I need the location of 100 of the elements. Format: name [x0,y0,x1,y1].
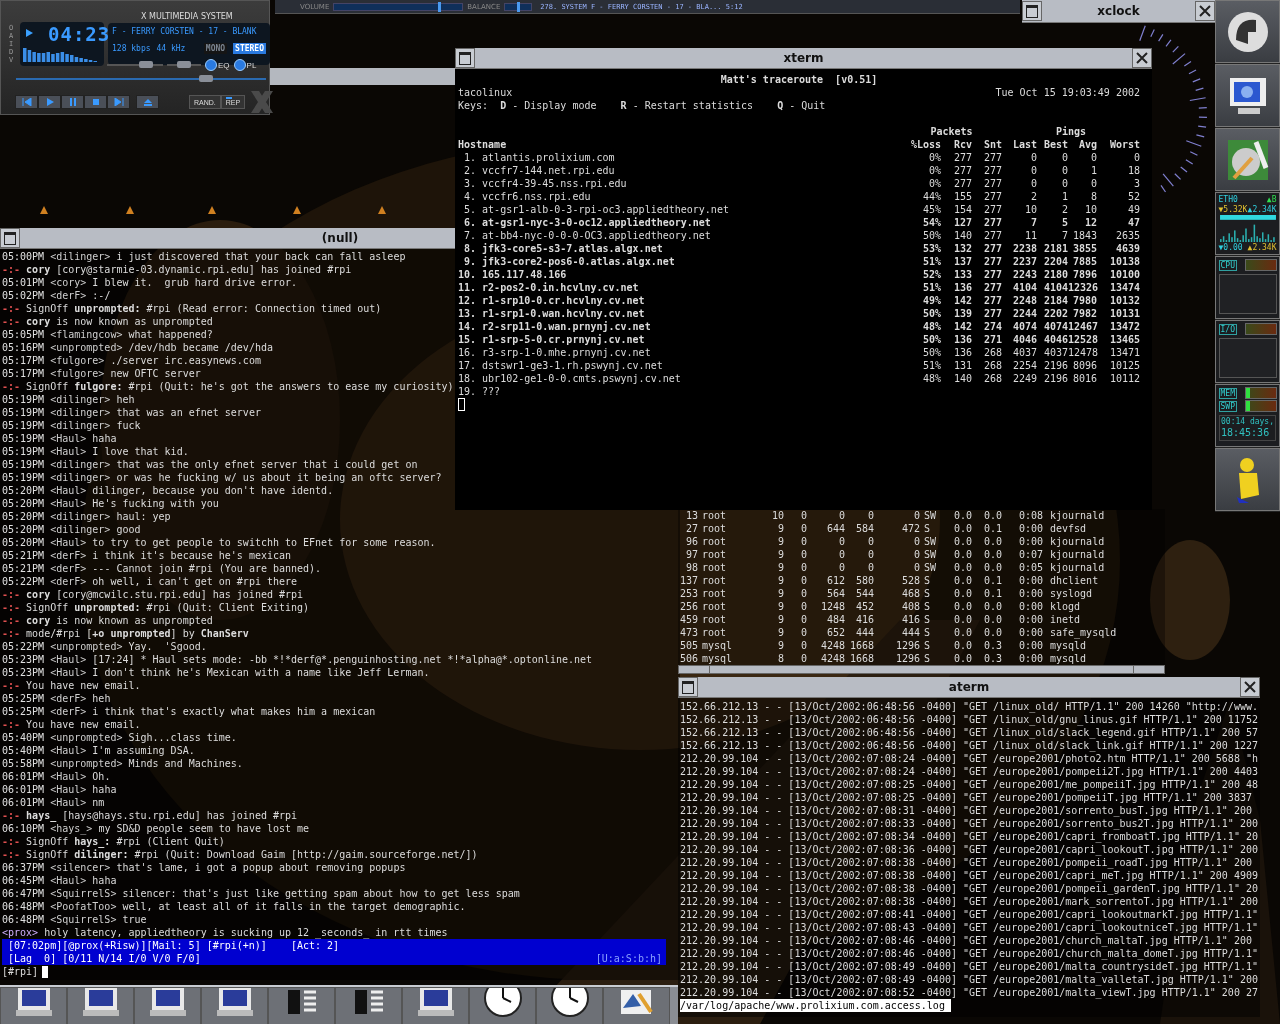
monitor-icon[interactable] [67,987,134,1024]
table-cell-text: 13474 [1108,281,1140,294]
bars-icon[interactable] [268,987,335,1024]
previous-button[interactable] [15,95,38,109]
app-launcher[interactable] [1215,128,1280,191]
play-icon [24,28,34,38]
log-line: 212.20.99.104 - - [13/Oct/2002:07:08:38 -0400] "GET /europe2001/capri_meT.jpg HTTP/1.1" 200 4909 [680,869,1258,882]
close-button[interactable] [1132,48,1152,68]
chat-line: 06:48PM <PoofatToo> well, at least all of it falls in the target demographic. [2,900,466,913]
table-cell-text: 0 [866,548,874,561]
window-menu-icon[interactable] [0,228,20,248]
io-label: I/O [1218,323,1237,335]
chat-line: 05:22PM <derF> oh well, i can't get on #rpi there [2,575,298,588]
volume-slider[interactable] [333,2,464,11]
eject-button[interactable] [136,95,159,109]
table-cell-text: root [701,600,728,613]
table-cell-text: 416 [854,613,874,626]
table-cell-text: mysqld [1049,652,1088,665]
app-launcher[interactable] [1215,448,1280,511]
usage-meter [1244,400,1277,412]
table-cell-text: 9 [776,574,784,587]
monitor-icon[interactable] [201,987,268,1024]
table-cell-text: 0 [912,509,920,522]
table-cell-text: S [923,652,932,665]
chat-line: 05:19PM <Haul> haha [2,432,117,445]
table-cell-text: 54% [921,216,941,229]
play-button[interactable] [38,95,61,109]
window-menu-icon[interactable] [455,48,475,68]
bars-icon[interactable] [335,987,402,1024]
log-line: 212.20.99.104 - - [13/Oct/2002:07:08:49 -0400] "GET /europe2001/malta_valletaT.jpg HTTP/1.1" 200 [680,973,1258,986]
log-line: 152.66.212.13 - - [13/Oct/2002:06:48:56 -0400] "GET /linux_old/gnu_linus.gif HTTP/1.1" 200 11752 [680,713,1258,726]
table-cell-text: 277 [982,203,1002,216]
table-cell-text: 0 [866,509,874,522]
status-line: [Lag 0] [0/11 N/14 I/0 V/0 F/0] [8,952,201,965]
table-cell-text: 277 [982,216,1002,229]
table-cell-text: 2181 [1042,242,1068,255]
close-button[interactable] [1195,1,1215,21]
chat-line: 05:19PM <dilinger> fuck [2,419,141,432]
io-graph [1218,338,1277,378]
table-cell-text: 142 [952,320,972,333]
table-cell-text: 7. at-bb4-nyc-0-0-0-OC3.appliedtheory.net [463,229,712,242]
window-menu-icon[interactable] [1022,1,1042,21]
window-title: xterm [783,51,824,65]
time-label: 04:23 [48,23,111,45]
paint-icon [1225,137,1270,182]
table-cell-text: S [923,522,932,535]
pause-button[interactable] [61,95,84,109]
next-button[interactable] [107,95,130,109]
table-cell-text: 9 [776,561,784,574]
table-cell-text: 9. jfk3-core2-pos6-0.atlas.algx.net [463,255,676,268]
table-cell-text: 7 [1029,216,1037,229]
table-cell-text: klogd [1049,600,1082,613]
table-cell-text: 2 [1060,203,1068,216]
chat-line: -:- SignOff fulgore: #rpi (Quit: he's got the answers to ease my curiosity) [2,380,454,393]
table-cell-text: 7885 [1071,255,1097,268]
table-cell-text: SW [923,535,938,548]
samplerate-label: 44 kHz [156,43,186,54]
balance-slider[interactable] [504,2,533,11]
window-menu-icon[interactable] [678,677,698,697]
cpu-label: CPU [1218,259,1237,271]
table-cell-text: 0.0 [952,600,972,613]
paint-icon[interactable] [603,987,670,1024]
table-cell-text: 10112 [1108,372,1140,385]
monitor-icon[interactable] [0,987,67,1024]
log-line: 212.20.99.104 - - [13/Oct/2002:07:08:52 -0400] "GET /europe2001/malta_viewT.jpg HTTP/1.1" 200 27 [680,986,1258,999]
table-cell-text: 10132 [1108,294,1140,307]
toggle-button[interactable]: EQ [205,59,230,71]
table-cell-text: 3. vccfr4-39-45.nss.rpi.edu [463,177,628,190]
table-cell-text: 52 [1126,190,1140,203]
scrollbar[interactable] [678,665,1165,674]
clock-icon[interactable] [469,987,536,1024]
table-cell-text: SW [923,509,938,522]
table-cell-text: root [701,626,728,639]
table-cell: 506 [680,652,698,665]
monitor-icon[interactable] [134,987,201,1024]
table-cell-text: 4104 [1042,281,1068,294]
stop-button[interactable] [84,95,107,109]
table-cell-text: 17. dstswr1-ge3-1.rh.pswynj.cv.net [458,359,664,372]
next-icon [113,98,124,106]
table-cell-text: 19. ??? [458,385,502,398]
chat-line: -:- SignOff hays_: #rpi (Client Quit) [2,835,225,848]
monitor-icon[interactable] [402,987,469,1024]
table-cell-text: 0.1 [982,574,1002,587]
table-cell-text: 584 [854,522,874,535]
app-launcher[interactable] [1215,64,1280,127]
stop-icon [90,98,101,106]
table-cell-text: 0 [799,639,807,652]
close-button[interactable] [1240,677,1260,697]
table-cell-text: 0.0 [982,509,1002,522]
table-cell-text: root [701,587,728,600]
clock-icon[interactable] [536,987,603,1024]
chat-line: 05:23PM <Haul> I don't think he's Mexican with a name like Jeff Lerman. [2,666,430,679]
table-cell-text: 0.0 [982,600,1002,613]
table-cell-text: 0 [912,548,920,561]
table-cell-text: 15. r1-srp-5-0.cr.prnynj.cv.net [458,333,646,346]
cpu-graph [1218,274,1277,314]
table-cell-text: 9 [776,626,784,639]
app-launcher[interactable] [1215,0,1280,63]
log-line: 212.20.99.104 - - [13/Oct/2002:07:08:33 -0400] "GET /europe2001/sorrento_bus2T.jpg HTTP/1.1" 200 [680,817,1258,830]
table-cell-text: 0 [912,561,920,574]
